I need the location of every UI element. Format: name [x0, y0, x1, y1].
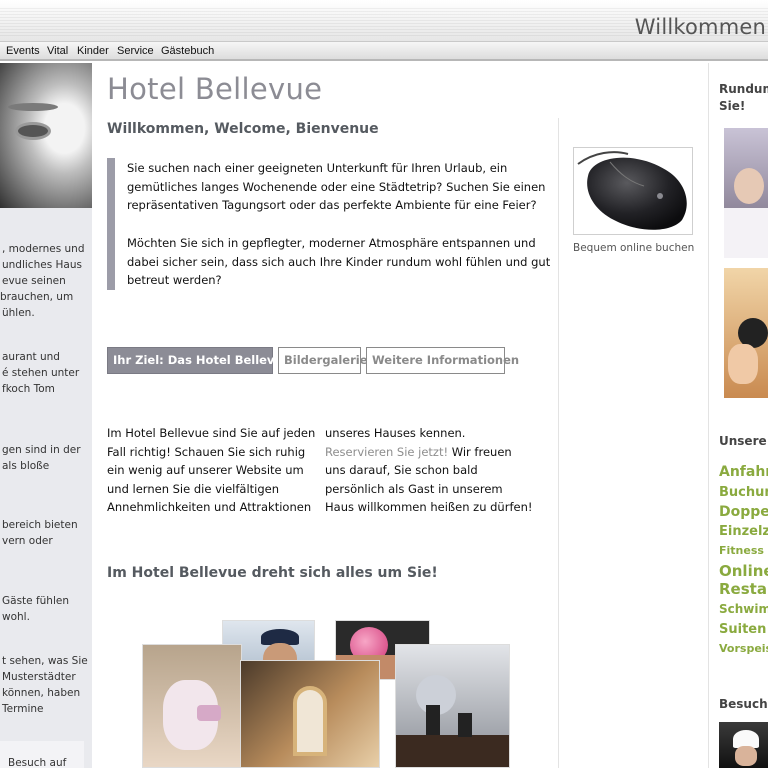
header-bar: Willkommen	[0, 0, 768, 42]
reserve-link[interactable]: Reservieren Sie jetzt!	[325, 445, 448, 459]
sidebar-text: evue seinen	[2, 275, 66, 287]
sidebar-text: ühlen.	[2, 307, 35, 319]
offer-link[interactable]: Fitness G	[719, 544, 768, 557]
conference-photo	[395, 644, 510, 768]
offers-heading: Unsere I	[719, 434, 768, 448]
sidebar-text: Gäste fühlen	[2, 595, 69, 607]
offer-link[interactable]: Restau	[719, 580, 768, 598]
sidebar-text: é stehen unter	[2, 367, 80, 379]
column-divider	[558, 118, 559, 768]
offer-link[interactable]: Suiten T	[719, 622, 768, 637]
chef-photo	[724, 268, 768, 398]
booking-image[interactable]	[573, 147, 693, 235]
offer-link[interactable]: Buchung	[719, 485, 768, 500]
computer-mouse-icon	[577, 151, 687, 230]
info-text: unseres Hauses kennen.	[325, 426, 466, 440]
offer-link[interactable]: Anfahrt	[719, 464, 768, 480]
offer-link[interactable]: Online-	[719, 562, 768, 580]
tab-hotel-bellevue[interactable]: Ihr Ziel: Das Hotel Bellevue	[107, 347, 290, 374]
offer-link[interactable]: Einzelzi	[719, 524, 768, 539]
sidebar-text: bereich bieten	[2, 519, 78, 531]
right-heading: Sie!	[719, 99, 746, 113]
nav-item-gaestebuch[interactable]: Gästebuch	[161, 45, 214, 57]
interior-photo	[240, 660, 380, 768]
tab-weitere-informationen[interactable]: Weitere Informationen	[366, 347, 519, 374]
nav-item-events[interactable]: Events	[6, 45, 40, 57]
sidebar-text: vern oder	[2, 535, 53, 547]
offer-link[interactable]: Doppel	[719, 504, 768, 520]
wedding-photo	[724, 128, 768, 258]
welcome-heading: Willkommen, Welcome, Bienvenue	[107, 121, 379, 137]
right-heading: Rundum	[719, 82, 768, 96]
intro-paragraph: Möchten Sie sich in gepflegter, moderner…	[127, 236, 551, 287]
nav-item-vital[interactable]: Vital	[47, 45, 68, 57]
sidebar-text: wohl.	[2, 611, 30, 623]
sidebar-text: aurant und	[2, 351, 60, 363]
sidebar-text: , modernes und	[2, 243, 85, 255]
visit-heading: Besuche	[719, 697, 768, 711]
sidebar-box: Besuch auf	[0, 741, 84, 768]
tab-bildergalerie[interactable]: Bildergalerie	[278, 347, 368, 374]
photo-collage	[140, 620, 510, 768]
sidebar-text: Musterstädter	[2, 671, 76, 683]
info-column-2: unseres Hauses kennen. Reservieren Sie j…	[325, 424, 535, 517]
section-heading: Im Hotel Bellevue dreht sich alles um Si…	[107, 565, 438, 581]
visit-photo	[719, 722, 768, 768]
right-divider	[708, 63, 709, 768]
nav-item-kinder[interactable]: Kinder	[77, 45, 109, 57]
page-title: Hotel Bellevue	[107, 72, 323, 106]
left-sidebar: , modernes und undliches Haus evue seine…	[0, 63, 92, 768]
sidebar-text: brauchen, um	[0, 291, 74, 303]
sidebar-text: als bloße	[2, 460, 50, 472]
sidebar-text: undliches Haus	[2, 259, 82, 271]
sidebar-text: t sehen, was Sie	[2, 655, 88, 667]
intro-paragraph: Sie suchen nach einer geeigneten Unterku…	[127, 161, 546, 212]
sidebar-text: gen sind in der	[2, 444, 81, 456]
sidebar-text: fkoch Tom	[2, 383, 55, 395]
sidebar-text: Besuch auf	[8, 757, 67, 768]
offer-link[interactable]: Schwimm	[719, 602, 768, 616]
sidebar-text: können, haben	[2, 687, 81, 699]
main-nav: Events Vital Kinder Service Gästebuch	[0, 42, 768, 61]
info-column-1: Im Hotel Bellevue sind Sie auf jeden Fal…	[107, 426, 316, 514]
child-photo	[0, 63, 92, 208]
sidebar-text: Termine	[2, 703, 44, 715]
nav-item-service[interactable]: Service	[117, 45, 154, 57]
offer-link[interactable]: Vorspeise	[719, 642, 768, 655]
booking-caption[interactable]: Bequem online buchen	[573, 242, 694, 254]
header-title: Willkommen	[634, 15, 766, 39]
spa-photo	[142, 644, 242, 768]
